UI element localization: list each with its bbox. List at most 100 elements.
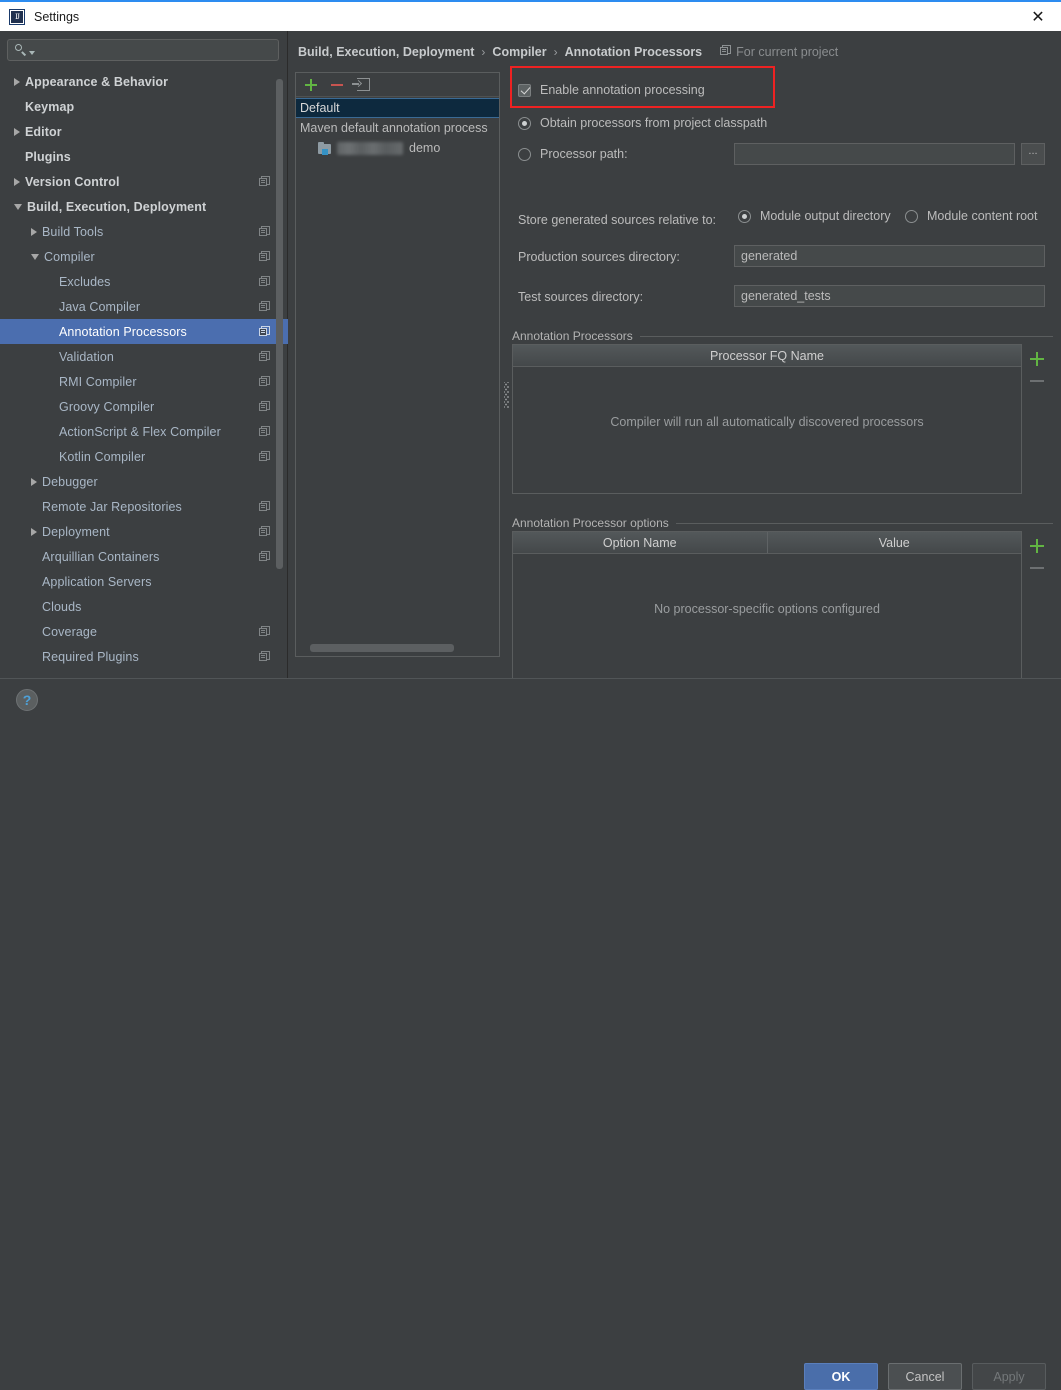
breadcrumb-crumb[interactable]: Compiler — [492, 45, 546, 59]
help-icon[interactable]: ? — [16, 689, 38, 711]
ok-button[interactable]: OK — [804, 1363, 878, 1390]
module-output-directory-radio[interactable] — [738, 209, 751, 223]
sidebar-item-application-servers[interactable]: Application Servers — [0, 569, 288, 594]
obtain-from-classpath-radio[interactable] — [518, 116, 531, 130]
sidebar-item-debugger[interactable]: Debugger — [0, 469, 288, 494]
sidebar-item-editor[interactable]: Editor — [0, 119, 288, 144]
profile-list-item[interactable]: Maven default annotation process — [296, 118, 499, 138]
chevron-down-icon[interactable] — [14, 203, 22, 210]
breadcrumb-crumb[interactable]: Build, Execution, Deployment — [298, 45, 474, 59]
profiles-horizontal-scrollbar[interactable] — [310, 644, 454, 652]
sidebar-item-arquillian-containers[interactable]: Arquillian Containers — [0, 544, 288, 569]
sidebar-item-label: Debugger — [42, 474, 98, 489]
enable-annotation-processing-row[interactable]: Enable annotation processing — [518, 83, 705, 97]
sidebar-item-kotlin-compiler[interactable]: Kotlin Compiler — [0, 444, 288, 469]
project-scope-icon — [259, 351, 270, 362]
sidebar-item-clouds[interactable]: Clouds — [0, 594, 288, 619]
processors-table[interactable]: Processor FQ Name Compiler will run all … — [512, 344, 1022, 494]
project-scope-icon — [259, 426, 270, 437]
sidebar-item-label: Java Compiler — [59, 299, 141, 314]
profile-list[interactable]: Default Maven default annotation process d… — [296, 98, 499, 158]
chevron-right-icon[interactable] — [31, 477, 37, 486]
options-table[interactable]: Option Name Value No processor-specific o… — [512, 531, 1022, 681]
search-input[interactable] — [7, 39, 279, 61]
obtain-from-classpath-row[interactable]: Obtain processors from project classpath — [518, 116, 767, 130]
sidebar-item-label: Groovy Compiler — [59, 399, 155, 414]
redacted-text — [337, 141, 403, 155]
processors-group-title: Annotation Processors — [512, 329, 633, 343]
sidebar-item-label: Kotlin Compiler — [59, 449, 146, 464]
production-sources-input[interactable] — [734, 245, 1045, 267]
profile-list-item[interactable]: Default — [296, 98, 499, 118]
sidebar-item-label: Compiler — [44, 249, 95, 264]
sidebar-item-validation[interactable]: Validation — [0, 344, 288, 369]
table-column-header[interactable]: Value — [768, 532, 1022, 553]
table-column-header[interactable]: Option Name — [513, 532, 768, 553]
project-scope-icon — [259, 551, 270, 562]
move-to-profile-button[interactable] — [351, 75, 374, 95]
profiles-panel: Default Maven default annotation process d… — [295, 72, 500, 657]
sidebar-item-actionscript-flex-compiler[interactable]: ActionScript & Flex Compiler — [0, 419, 288, 444]
sidebar-item-remote-jar-repositories[interactable]: Remote Jar Repositories — [0, 494, 288, 519]
chevron-right-icon[interactable] — [14, 177, 20, 186]
settings-dialog: Settings ✕ Appearance & Behavior Keymap Ed… — [0, 0, 1061, 1390]
add-processor-button[interactable] — [1030, 352, 1044, 366]
test-sources-input[interactable] — [734, 285, 1045, 307]
module-content-root-row[interactable]: Module content root — [905, 209, 1038, 223]
sidebar-item-build-execution-deployment[interactable]: Build, Execution, Deployment — [0, 194, 288, 219]
profile-list-item[interactable]: demo — [296, 138, 499, 158]
processor-path-radio[interactable] — [518, 147, 531, 161]
sidebar-item-compiler[interactable]: Compiler — [0, 244, 288, 269]
sidebar-item-plugins[interactable]: Plugins — [0, 144, 288, 169]
apply-button[interactable]: Apply — [972, 1363, 1046, 1390]
chevron-right-icon[interactable] — [31, 527, 37, 536]
sidebar-item-annotation-processors[interactable]: Annotation Processors — [0, 319, 288, 344]
sidebar-item-keymap[interactable]: Keymap — [0, 94, 288, 119]
project-scope-icon — [720, 45, 732, 59]
title-bar: Settings ✕ — [0, 2, 1061, 31]
processor-path-row[interactable]: Processor path: — [518, 147, 628, 161]
enable-annotation-processing-checkbox[interactable] — [518, 83, 531, 97]
remove-option-button[interactable] — [1030, 567, 1044, 570]
sidebar-item-build-tools[interactable]: Build Tools — [0, 219, 288, 244]
chevron-right-icon[interactable] — [31, 227, 37, 236]
module-content-root-radio[interactable] — [905, 209, 918, 223]
table-column-header[interactable]: Processor FQ Name — [513, 345, 1021, 366]
sidebar-item-excludes[interactable]: Excludes — [0, 269, 288, 294]
close-icon[interactable]: ✕ — [1015, 2, 1061, 31]
sidebar-item-label: Build Tools — [42, 224, 104, 239]
cancel-button[interactable]: Cancel — [888, 1363, 962, 1390]
profile-list-item-label: Maven default annotation process — [300, 121, 488, 135]
chevron-down-icon[interactable] — [31, 253, 39, 260]
sidebar-item-label: Coverage — [42, 624, 97, 639]
enable-annotation-processing-label: Enable annotation processing — [540, 83, 705, 97]
add-option-button[interactable] — [1030, 539, 1044, 553]
sidebar-item-coverage[interactable]: Coverage — [0, 619, 288, 644]
sidebar-item-label: Build, Execution, Deployment — [27, 199, 207, 214]
sidebar-item-version-control[interactable]: Version Control — [0, 169, 288, 194]
remove-profile-button[interactable] — [326, 75, 348, 95]
dialog-footer: ? OK Cancel Apply — [0, 678, 1061, 1390]
sidebar-item-rmi-compiler[interactable]: RMI Compiler — [0, 369, 288, 394]
sidebar-item-label: Remote Jar Repositories — [42, 499, 182, 514]
remove-processor-button[interactable] — [1030, 380, 1044, 383]
add-profile-button[interactable] — [300, 75, 322, 95]
sidebar-item-deployment[interactable]: Deployment — [0, 519, 288, 544]
chevron-right-icon[interactable] — [14, 77, 20, 86]
module-output-directory-row[interactable]: Module output directory — [738, 209, 891, 223]
sidebar-item-label: Appearance & Behavior — [25, 74, 169, 89]
group-divider — [675, 522, 1053, 524]
sidebar-item-appearance-behavior[interactable]: Appearance & Behavior — [0, 69, 288, 94]
sidebar-item-groovy-compiler[interactable]: Groovy Compiler — [0, 394, 288, 419]
project-scope-icon — [259, 276, 270, 287]
sidebar-item-java-compiler[interactable]: Java Compiler — [0, 294, 288, 319]
sidebar-item-label: Deployment — [42, 524, 110, 539]
settings-tree[interactable]: Appearance & Behavior Keymap Editor Plugins… — [0, 69, 288, 678]
breadcrumb-crumb[interactable]: Annotation Processors — [565, 45, 703, 59]
processor-path-input[interactable] — [734, 143, 1015, 165]
sidebar-item-label: Editor — [25, 124, 62, 139]
sidebar-item-required-plugins[interactable]: Required Plugins — [0, 644, 288, 669]
tree-scrollbar[interactable] — [276, 79, 283, 569]
chevron-right-icon[interactable] — [14, 127, 20, 136]
processor-path-browse-button[interactable]: ... — [1021, 143, 1045, 165]
